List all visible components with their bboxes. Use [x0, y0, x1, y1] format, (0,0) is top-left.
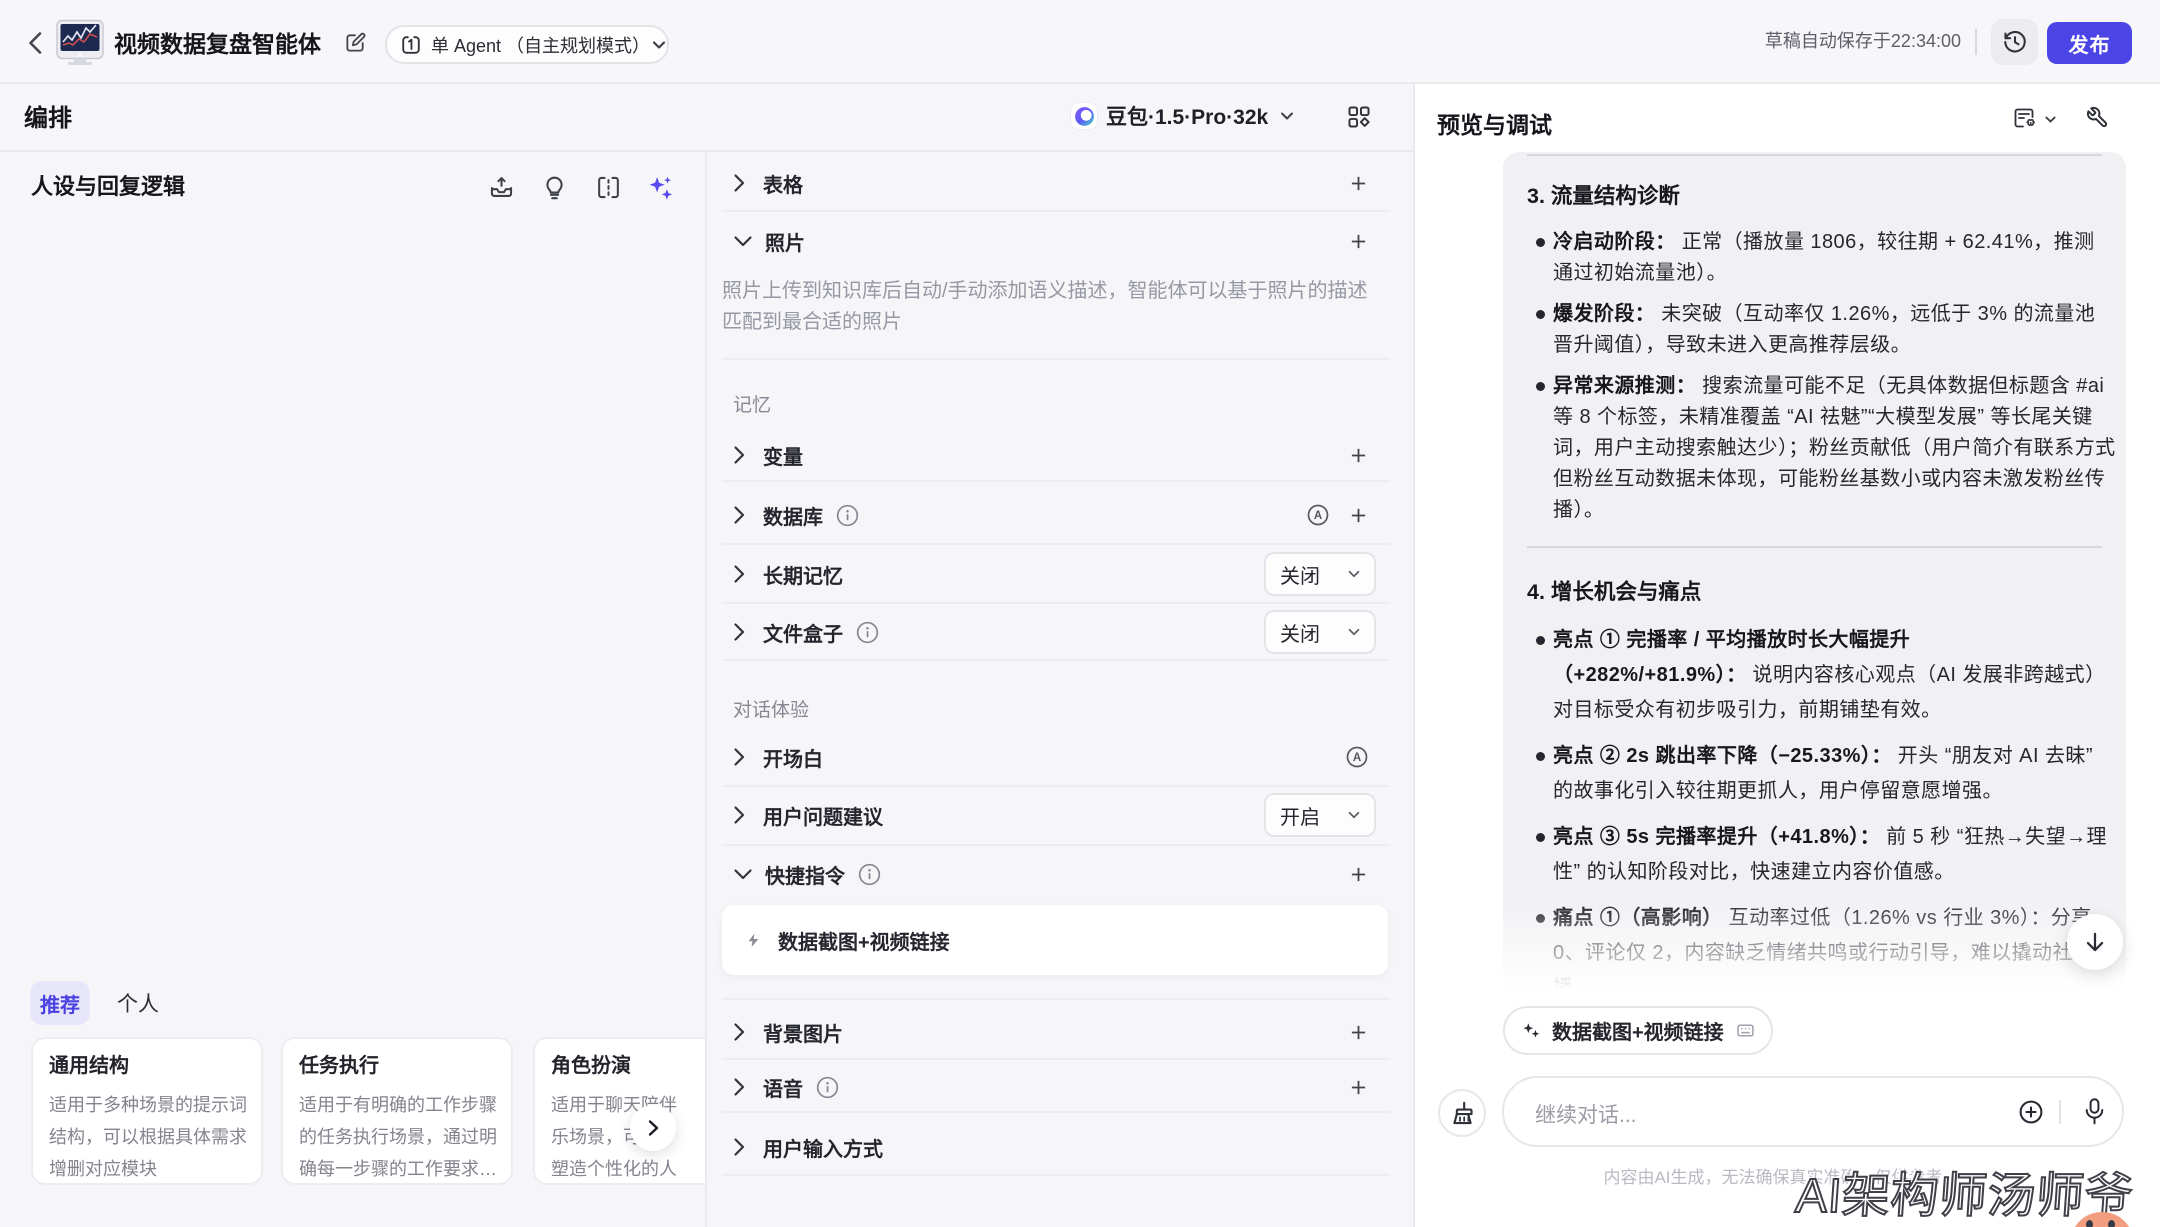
svg-text:A: A: [1353, 752, 1361, 764]
svg-text:A: A: [1314, 510, 1322, 522]
